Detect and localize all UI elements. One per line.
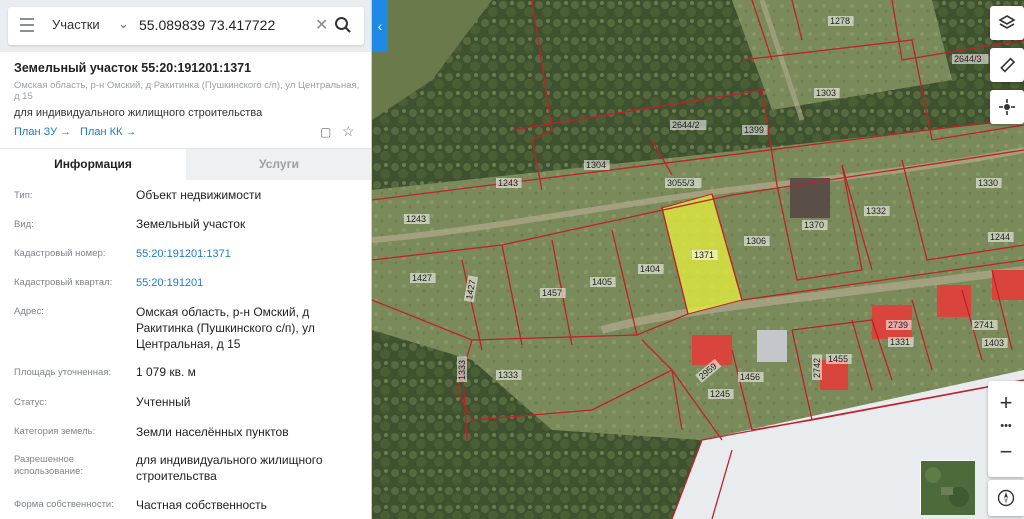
plot-label[interactable]: 1370 bbox=[804, 220, 824, 230]
plot-label[interactable]: 1331 bbox=[890, 337, 910, 347]
info-key: Площадь уточненная: bbox=[14, 367, 112, 378]
info-value: Частная собственность bbox=[136, 498, 267, 512]
plot-label[interactable]: 1306 bbox=[746, 236, 766, 246]
document-icon[interactable]: ▢ bbox=[320, 125, 331, 139]
info-value: Объект недвижимости bbox=[136, 188, 262, 202]
minimap-image bbox=[921, 461, 975, 515]
plot-label[interactable]: 2741 bbox=[974, 320, 994, 330]
plot-label[interactable]: 1456 bbox=[740, 372, 760, 382]
plot-label[interactable]: 1245 bbox=[710, 389, 730, 399]
plot-label[interactable]: 1332 bbox=[866, 206, 886, 216]
chevron-down-icon[interactable]: ⌄ bbox=[118, 16, 129, 32]
plot-label[interactable]: 2644/3 bbox=[954, 54, 982, 64]
plot-label[interactable]: 1427 bbox=[412, 273, 432, 283]
compass-button[interactable] bbox=[988, 480, 1024, 516]
info-key: Форма собственности: bbox=[14, 499, 114, 510]
plan-zu-link[interactable]: План ЗУ → bbox=[14, 126, 71, 138]
info-key: Кадастровый номер: bbox=[14, 248, 106, 259]
plot-label[interactable]: 1303 bbox=[816, 88, 836, 98]
plot-label[interactable]: 3055/3 bbox=[667, 178, 695, 188]
locate-button[interactable] bbox=[990, 90, 1024, 124]
plot-label[interactable]: 1399 bbox=[744, 125, 764, 135]
ruler-icon bbox=[1000, 57, 1016, 73]
info-value: Учтенный bbox=[136, 395, 191, 409]
map-canvas[interactable]: 1278 2644/3 1303 2644/2 1399 1304 1243 3055/3 13… bbox=[372, 0, 1024, 519]
object-address: Омская область, р-н Омский, д Ракитинка … bbox=[14, 80, 360, 102]
info-value: 1 079 кв. м bbox=[136, 365, 196, 379]
info-key: Категория земель: bbox=[14, 426, 96, 437]
info-key: Тип: bbox=[14, 190, 33, 201]
plot-label[interactable]: 1243 bbox=[498, 178, 518, 188]
search-icon[interactable] bbox=[334, 16, 352, 34]
cadastral-quarter-link[interactable]: 55:20:191201 bbox=[136, 275, 361, 291]
minimap-thumbnail[interactable] bbox=[920, 460, 975, 515]
plot-label[interactable]: 1457 bbox=[542, 288, 562, 298]
plot-label[interactable]: 2739 bbox=[888, 320, 908, 330]
zoom-level-indicator: ••• bbox=[1000, 420, 1012, 432]
layers-icon bbox=[998, 15, 1016, 29]
search-type-select[interactable]: Участки bbox=[52, 17, 100, 32]
plot-label[interactable]: 2742 bbox=[812, 358, 822, 378]
info-value: Земельный участок bbox=[136, 217, 246, 231]
info-panel: Участки ⌄ 55.089839 73.417722 ✕ Земельны… bbox=[0, 0, 372, 519]
search-box[interactable]: Участки ⌄ 55.089839 73.417722 ✕ bbox=[8, 7, 364, 45]
info-key: Адрес: bbox=[14, 306, 44, 317]
info-key: Вид: bbox=[14, 219, 34, 230]
tab-bar: Информация Услуги bbox=[0, 148, 371, 180]
search-bar: Участки ⌄ 55.089839 73.417722 ✕ bbox=[0, 0, 371, 52]
plot-label[interactable]: 1243 bbox=[406, 214, 426, 224]
map-view[interactable]: 1278 2644/3 1303 2644/2 1399 1304 1243 3055/3 13… bbox=[372, 0, 1024, 519]
star-icon[interactable]: ☆ bbox=[342, 123, 355, 140]
plot-label[interactable]: 2644/2 bbox=[672, 120, 700, 130]
search-input[interactable]: 55.089839 73.417722 bbox=[139, 17, 275, 33]
object-title: Земельный участок 55:20:191201:1371 bbox=[14, 61, 252, 75]
plot-label[interactable]: 1403 bbox=[984, 338, 1004, 348]
plot-label[interactable]: 1244 bbox=[990, 232, 1010, 242]
plot-label[interactable]: 1404 bbox=[640, 264, 660, 274]
plot-label[interactable]: 1333 bbox=[457, 360, 467, 380]
zoom-in-button[interactable]: + bbox=[988, 385, 1024, 421]
tab-services[interactable]: Услуги bbox=[186, 149, 371, 180]
locate-icon bbox=[999, 99, 1015, 115]
plot-label[interactable]: 1371 bbox=[694, 250, 714, 260]
info-value: Омская область, р-н Омский, д Ракитинка … bbox=[136, 305, 315, 351]
zoom-out-button[interactable]: − bbox=[988, 434, 1024, 470]
zoom-control: + ••• − bbox=[988, 381, 1024, 477]
info-key: Статус: bbox=[14, 397, 47, 408]
info-value: Земли населённых пунктов bbox=[136, 425, 289, 439]
plot-label[interactable]: 1455 bbox=[828, 354, 848, 364]
plot-label[interactable]: 1278 bbox=[830, 16, 850, 26]
compass-icon bbox=[997, 489, 1015, 507]
plot-label[interactable]: 1333 bbox=[498, 370, 518, 380]
plan-kk-link[interactable]: План КК → bbox=[80, 126, 136, 138]
plot-label[interactable]: 1405 bbox=[592, 277, 612, 287]
cadastral-number-link[interactable]: 55:20:191201:1371 bbox=[136, 246, 361, 262]
info-key: Кадастровый квартал: bbox=[14, 277, 113, 288]
close-icon[interactable]: ✕ bbox=[315, 15, 328, 35]
layers-button[interactable] bbox=[990, 6, 1024, 40]
info-value: для индивидуального жилищного строительс… bbox=[136, 453, 323, 483]
plot-label[interactable]: 1304 bbox=[586, 160, 606, 170]
tab-info[interactable]: Информация bbox=[0, 149, 186, 180]
object-purpose: для индивидуального жилищного строительс… bbox=[14, 107, 263, 119]
info-key: Разрешенное использование: bbox=[14, 454, 84, 477]
menu-icon[interactable] bbox=[20, 18, 36, 34]
ruler-button[interactable] bbox=[990, 48, 1024, 82]
collapse-panel-button[interactable]: ‹ bbox=[372, 0, 388, 52]
plot-label[interactable]: 1330 bbox=[978, 178, 998, 188]
